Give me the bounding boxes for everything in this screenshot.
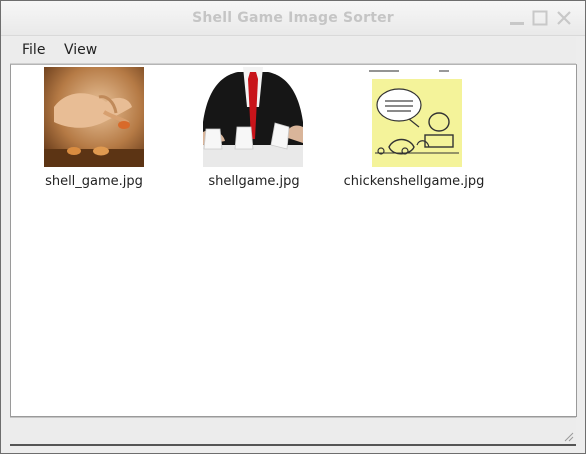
image-tile[interactable]: shell_game.jpg (19, 67, 169, 197)
window-title: Shell Game Image Sorter (192, 10, 394, 26)
image-grid[interactable]: shell_game.jpg shellgame.jpg chickenshel… (10, 64, 577, 417)
image-filename: shell_game.jpg (45, 174, 143, 189)
man-in-suit-with-cups-photo (203, 67, 303, 167)
menu-bar: File View (10, 37, 576, 64)
menu-file[interactable]: File (22, 42, 45, 58)
chicken-cartoon-sticky-note (369, 67, 469, 167)
image-filename: shellgame.jpg (208, 174, 300, 189)
image-tile[interactable]: chickenshellgame.jpg (339, 67, 489, 197)
hand-with-shells-photo (44, 67, 144, 167)
image-tile[interactable]: shellgame.jpg (179, 67, 329, 197)
menu-view[interactable]: View (64, 42, 97, 58)
close-icon[interactable] (555, 9, 573, 27)
minimize-icon[interactable] (508, 9, 526, 27)
resize-grip-icon[interactable] (562, 430, 574, 442)
app-window: Shell Game Image Sorter File View shell_… (0, 0, 586, 454)
status-bar (10, 417, 576, 446)
maximize-icon[interactable] (531, 9, 549, 27)
image-filename: chickenshellgame.jpg (343, 174, 485, 189)
title-bar[interactable]: Shell Game Image Sorter (1, 1, 585, 36)
